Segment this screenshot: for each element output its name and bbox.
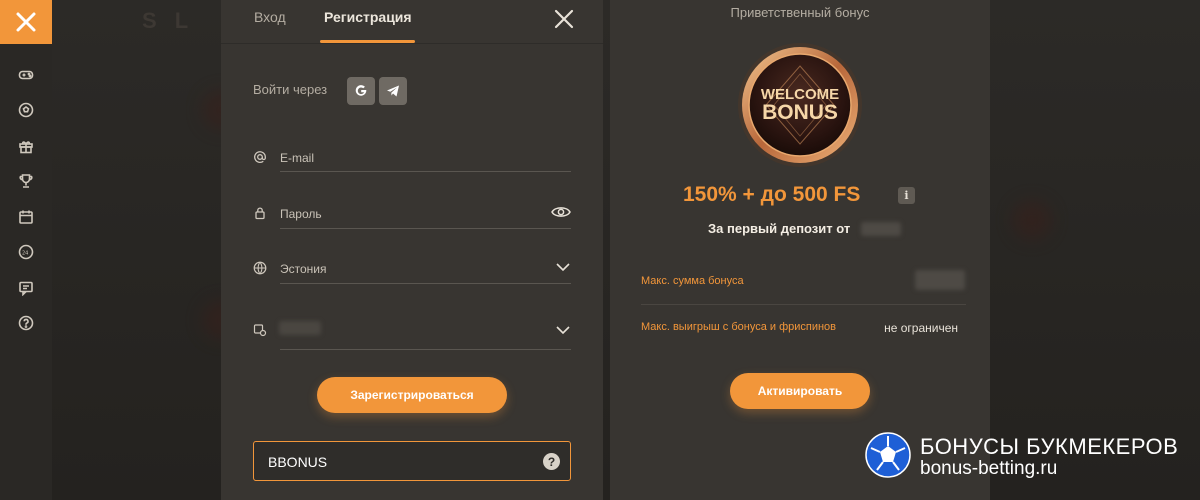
row-divider	[641, 304, 966, 305]
calendar-icon	[19, 210, 33, 224]
sidebar-item-live[interactable]: 24	[0, 235, 52, 271]
watermark: БОНУСЫ БУКМЕКЕРОВ bonus-betting.ru	[865, 428, 1195, 484]
close-menu-button[interactable]	[0, 0, 52, 44]
left-sidebar: 24	[0, 0, 52, 500]
field-underline	[280, 283, 571, 284]
telegram-icon	[387, 85, 399, 97]
site-logo-ghost: S L	[142, 8, 195, 33]
info-icon[interactable]: i	[898, 187, 915, 204]
soccer-ball-icon	[18, 102, 34, 118]
trophy-icon	[19, 174, 33, 189]
gamepad-icon	[18, 70, 34, 80]
sidebar-item-chat[interactable]	[0, 270, 52, 306]
chat-icon	[19, 281, 33, 296]
tab-register[interactable]: Регистрация	[324, 9, 412, 25]
help-circle-icon	[18, 315, 34, 331]
sidebar-item-sport[interactable]	[0, 93, 52, 129]
password-placeholder: Пароль	[280, 207, 322, 221]
coin-text-bonus: BONUS	[762, 101, 838, 124]
active-tab-indicator	[320, 40, 415, 43]
watermark-url: bonus-betting.ru	[920, 458, 1058, 479]
eye-icon[interactable]	[551, 205, 571, 219]
globe-icon	[253, 261, 267, 275]
google-login-button[interactable]	[347, 77, 375, 105]
bonus-row-max-win: Макс. выигрыш с бонуса и фриспинов не ог…	[641, 321, 966, 337]
promo-code-input[interactable]: BBONUS ?	[253, 441, 571, 481]
country-select[interactable]: Эстония	[253, 259, 571, 285]
sidebar-item-calendar[interactable]	[0, 199, 52, 235]
close-icon	[16, 12, 36, 32]
google-icon	[355, 85, 367, 96]
welcome-bonus-coin-image: WELCOME BONUS	[738, 43, 862, 167]
welcome-bonus-panel: Приветственный бонус WELCOME BONUS 150% …	[610, 0, 990, 500]
sidebar-item-bonuses[interactable]	[0, 128, 52, 164]
at-sign-icon	[254, 151, 266, 163]
auth-tabs: Вход Регистрация	[221, 0, 603, 44]
gift-icon	[19, 141, 33, 154]
sidebar-item-games[interactable]	[0, 57, 52, 93]
register-submit-button[interactable]: Зарегистрироваться	[317, 377, 507, 413]
deposit-amount-blurred	[861, 222, 901, 236]
first-deposit-text: За первый депозит от	[708, 221, 851, 236]
bonus-amount: 150% + до 500 FS	[683, 183, 861, 206]
currency-select[interactable]	[253, 320, 571, 352]
sidebar-item-tournaments[interactable]	[0, 164, 52, 200]
help-icon[interactable]: ?	[543, 453, 560, 470]
watermark-title: БОНУСЫ БУКМЕКЕРОВ	[920, 434, 1179, 459]
promo-code-value: BBONUS	[268, 454, 328, 470]
live-24-icon: 24	[18, 244, 34, 260]
lock-icon	[255, 207, 265, 220]
soccer-ball-icon	[865, 432, 911, 478]
row-value: не ограничен	[884, 321, 958, 335]
registration-panel: Вход Регистрация Войти через E-mail Паро…	[221, 0, 603, 500]
row-label: Макс. выигрыш с бонуса и фриспинов	[641, 321, 837, 333]
login-via-label: Войти через	[253, 82, 328, 97]
close-icon[interactable]	[553, 8, 575, 30]
tab-login[interactable]: Вход	[254, 9, 286, 25]
field-underline	[280, 228, 571, 229]
max-amount-blurred	[915, 270, 965, 290]
bonus-title: Приветственный бонус	[730, 5, 870, 20]
sidebar-item-help[interactable]	[0, 306, 52, 342]
currency-value-blurred	[279, 321, 321, 335]
svg-text:24: 24	[22, 251, 28, 257]
telegram-login-button[interactable]	[379, 77, 407, 105]
row-label: Макс. сумма бонуса	[641, 275, 744, 287]
password-field[interactable]: Пароль	[253, 204, 571, 230]
email-placeholder: E-mail	[280, 151, 315, 165]
field-underline	[280, 171, 571, 172]
chevron-down-icon	[556, 326, 570, 335]
chevron-down-icon	[556, 263, 570, 272]
field-underline	[280, 349, 571, 350]
email-field[interactable]: E-mail	[253, 148, 571, 174]
country-value: Эстония	[280, 262, 327, 276]
activate-bonus-button[interactable]: Активировать	[730, 373, 870, 409]
currency-icon	[253, 324, 267, 337]
